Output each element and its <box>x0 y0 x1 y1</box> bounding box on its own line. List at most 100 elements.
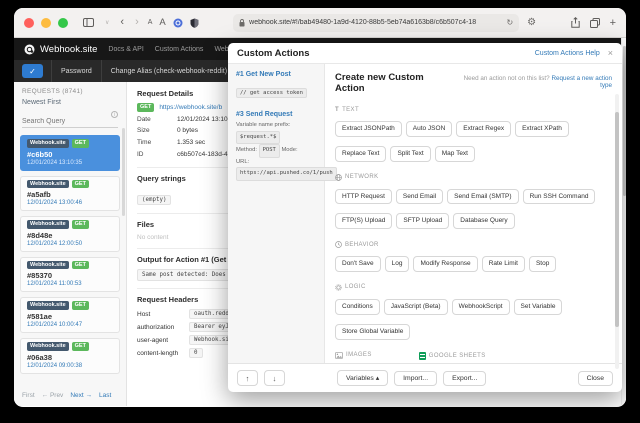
request-item[interactable]: Webhook.site GET #c6b50 12/01/2024 13:10… <box>20 135 120 171</box>
action-name-link[interactable]: #1 Get New Post <box>236 71 316 78</box>
action-rate-limit[interactable]: Rate Limit <box>481 256 525 272</box>
extension-icon-2[interactable] <box>190 18 199 28</box>
sidebar-scrollbar[interactable] <box>122 128 125 216</box>
action-ftps-upload[interactable]: FTP(S) Upload <box>335 213 393 230</box>
request-item[interactable]: Webhook.site GET #06a38 12/01/2024 09:00… <box>20 337 120 374</box>
address-bar[interactable]: webhook.site/#!/bab49480-1a9d-4120-88b5-… <box>233 13 520 32</box>
action-extract-jsonpath[interactable]: Extract JSONPath <box>335 121 402 137</box>
gear-icon[interactable]: ⚙ <box>527 17 536 28</box>
action-type-sections: T TEXT Extract JSONPath Auto JSON Extract R… <box>325 98 622 363</box>
action-name-link[interactable]: #3 Send Request <box>236 111 316 118</box>
request-item[interactable]: Webhook.site GET #a5afb 12/01/2024 13:00… <box>20 175 120 212</box>
variables-dropdown[interactable]: Variables ▴ <box>337 370 389 386</box>
action-run-ssh-command[interactable]: Run SSH Command <box>522 188 596 205</box>
action-auto-json[interactable]: Auto JSON <box>405 121 453 137</box>
modal-scrollbar[interactable] <box>615 94 619 369</box>
pagination-next[interactable]: Next → <box>70 392 92 399</box>
clock-icon <box>335 241 342 249</box>
change-alias-button[interactable]: Change Alias (check-webhook-reddit) <box>100 60 236 82</box>
request-url-link[interactable]: https://webhook.site/b <box>159 104 222 111</box>
action-log[interactable]: Log <box>384 256 410 272</box>
url-value: https://api.pushed.co/1/push <box>236 167 337 181</box>
sidebar-toggle-icon[interactable] <box>81 17 96 28</box>
action-store-global-variable[interactable]: Store Global Variable <box>335 323 411 340</box>
action-sftp-upload[interactable]: SFTP Upload <box>396 213 450 230</box>
close-icon[interactable]: × <box>608 48 613 58</box>
request-id: #85370 <box>27 271 53 281</box>
search-input[interactable] <box>22 116 118 128</box>
export-button[interactable]: Export... <box>443 370 487 386</box>
queue-item[interactable]: #3 Send Request Variable name prefix: $r… <box>236 111 337 181</box>
password-button[interactable]: Password <box>51 60 101 82</box>
action-javascript-beta[interactable]: JavaScript (Beta) <box>383 298 448 315</box>
image-icon <box>335 351 343 359</box>
action-map-text[interactable]: Map Text <box>434 145 475 162</box>
browser-toolbar: ∨ ‹ › A A webhook.site/#!/bab49480-1a9d-… <box>14 8 626 38</box>
zoom-window-button[interactable] <box>58 17 68 28</box>
share-icon[interactable] <box>570 17 580 28</box>
nav-custom-actions[interactable]: Custom Actions <box>155 46 204 53</box>
lock-icon <box>239 18 245 27</box>
action-webhookscript[interactable]: WebhookScript <box>451 298 510 315</box>
import-button[interactable]: Import... <box>394 370 438 386</box>
method-label: Method: <box>236 147 257 154</box>
create-action-title: Create new Custom Action <box>335 72 424 94</box>
forward-button[interactable]: › <box>133 16 141 29</box>
action-http-request[interactable]: HTTP Request <box>335 188 392 205</box>
edit-toggle-button[interactable]: ✓ <box>22 64 43 78</box>
tab-overview-icon[interactable] <box>589 17 600 28</box>
nav-docs-api[interactable]: Docs & API <box>108 46 143 53</box>
mode-label: Mode: <box>281 147 298 154</box>
request-action-type-link[interactable]: Request a new action type <box>551 75 612 89</box>
action-conditions[interactable]: Conditions <box>335 298 380 315</box>
minimize-window-button[interactable] <box>41 17 51 28</box>
request-date: 12/01/2024 13:00:46 <box>27 200 83 207</box>
site-logo[interactable]: Webhook.site <box>24 44 97 55</box>
action-send-email-smtp[interactable]: Send Email (SMTP) <box>447 188 519 205</box>
move-up-button[interactable]: ↑ <box>237 370 258 386</box>
method-badge: GET <box>71 260 89 270</box>
close-button[interactable]: Close <box>577 370 613 386</box>
section-label: NETWORK <box>345 174 379 181</box>
action-split-text[interactable]: Split Text <box>390 145 431 162</box>
action-database-query[interactable]: Database Query <box>453 213 515 230</box>
action-extract-regex[interactable]: Extract Regex <box>456 121 512 137</box>
action-queue-panel: #1 Get New Post // get access token #3 S… <box>228 64 337 363</box>
back-button[interactable]: ‹ <box>118 16 126 29</box>
extension-icon-1[interactable] <box>173 18 183 28</box>
header-value: 0 <box>189 348 203 359</box>
custom-actions-help-link[interactable]: Custom Actions Help <box>535 50 600 57</box>
detail-label: Size <box>137 127 150 135</box>
requests-count-label: REQUESTS (8741) <box>22 88 83 95</box>
sort-order-link[interactable]: Newest First <box>22 99 118 106</box>
request-item[interactable]: Webhook.site GET #8d48e 12/01/2024 12:00… <box>20 216 120 252</box>
new-tab-button[interactable]: + <box>610 17 616 29</box>
text-smaller-button[interactable]: A <box>148 19 153 26</box>
request-item[interactable]: Webhook.site GET #85370 12/01/2024 11:00… <box>20 256 120 293</box>
action-send-email[interactable]: Send Email <box>395 188 444 205</box>
action-stop[interactable]: Stop <box>528 256 557 272</box>
section-label: LOGIC <box>345 284 366 291</box>
chevron-down-icon[interactable]: ∨ <box>103 19 111 27</box>
queue-item[interactable]: #1 Get New Post // get access token <box>236 71 316 99</box>
browser-window: ∨ ‹ › A A webhook.site/#!/bab49480-1a9d-… <box>14 8 626 407</box>
pagination-last[interactable]: Last <box>99 392 111 399</box>
variables-label: Variables <box>346 375 374 382</box>
action-extract-xpath[interactable]: Extract XPath <box>515 121 569 137</box>
action-modify-response[interactable]: Modify Response <box>413 256 478 272</box>
request-item[interactable]: Webhook.site GET #581ae 12/01/2024 10:00… <box>20 297 120 333</box>
webhook-site-page: Webhook.site Docs & API Custom Actions W… <box>14 38 626 406</box>
reload-icon[interactable]: ↻ <box>506 18 513 27</box>
section-label: IMAGES <box>346 352 372 359</box>
text-larger-button[interactable]: A <box>159 17 165 28</box>
modal-scrollbar-thumb[interactable] <box>615 112 619 327</box>
request-id: #c6b50 <box>27 149 53 159</box>
pagination-prev[interactable]: ← Prev <box>42 392 64 399</box>
page-scrollbar-thumb[interactable] <box>623 46 626 196</box>
action-replace-text[interactable]: Replace Text <box>335 145 387 162</box>
pagination-first[interactable]: First <box>22 392 35 399</box>
close-window-button[interactable] <box>24 17 34 28</box>
move-down-button[interactable]: ↓ <box>264 370 285 386</box>
action-dont-save[interactable]: Don't Save <box>335 256 381 272</box>
action-set-variable[interactable]: Set Variable <box>513 298 563 315</box>
